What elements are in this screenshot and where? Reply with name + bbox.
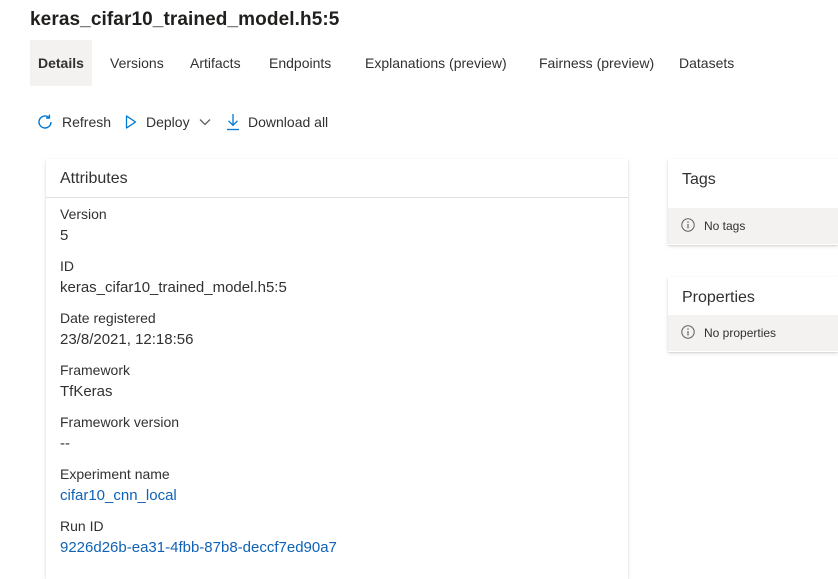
info-icon (681, 217, 704, 235)
field-id: ID keras_cifar10_trained_model.h5:5 (60, 257, 287, 298)
refresh-icon (36, 113, 54, 131)
play-outline-icon (124, 114, 138, 130)
field-experiment-name: Experiment name cifar10_cnn_local (60, 465, 177, 506)
field-value: TfKeras (60, 383, 113, 400)
download-icon (226, 113, 240, 131)
tab-details[interactable]: Details (30, 40, 92, 86)
field-date-registered: Date registered 23/8/2021, 12:18:56 (60, 309, 193, 350)
field-value: 5 (60, 227, 69, 244)
tab-fairness[interactable]: Fairness (preview) (539, 40, 654, 86)
experiment-link[interactable]: cifar10_cnn_local (60, 486, 177, 506)
field-run-id: Run ID 9226d26b-ea31-4fbb-87b8-deccf7ed9… (60, 517, 337, 558)
tab-endpoints[interactable]: Endpoints (269, 40, 331, 86)
field-value: 23/8/2021, 12:18:56 (60, 331, 194, 348)
properties-empty-row: No properties (668, 315, 838, 351)
attributes-header: Attributes (46, 159, 628, 198)
tab-artifacts[interactable]: Artifacts (190, 40, 241, 86)
chevron-down-icon[interactable] (199, 118, 211, 126)
download-all-label: Download all (248, 114, 329, 130)
refresh-button[interactable]: Refresh (36, 110, 111, 134)
tags-card: Tags No tags (668, 159, 838, 245)
field-label: Experiment name (60, 466, 170, 482)
refresh-label: Refresh (62, 114, 112, 130)
field-label: Framework version (60, 414, 180, 430)
properties-card: Properties No properties (668, 277, 838, 352)
field-value: keras_cifar10_trained_model.h5:5 (60, 279, 287, 296)
tags-header: Tags (682, 171, 716, 188)
run-id-link[interactable]: 9226d26b-ea31-4fbb-87b8-deccf7ed90a7 (60, 538, 337, 558)
attributes-card: Attributes Version 5 ID keras_cifar10_tr… (46, 159, 628, 579)
field-label: Run ID (60, 518, 104, 534)
field-framework: Framework TfKeras (60, 361, 130, 402)
field-framework-version: Framework version -- (60, 413, 179, 454)
deploy-label: Deploy (146, 114, 190, 130)
deploy-button[interactable]: Deploy (124, 110, 211, 134)
field-label: ID (60, 258, 74, 274)
field-label: Date registered (60, 310, 156, 326)
tab-versions[interactable]: Versions (110, 40, 164, 86)
field-label: Framework (60, 362, 131, 378)
tab-datasets[interactable]: Datasets (679, 40, 734, 86)
tab-explanations[interactable]: Explanations (preview) (365, 40, 507, 86)
download-all-button[interactable]: Download all (226, 110, 328, 134)
tags-empty-row: No tags (668, 208, 838, 244)
field-value: -- (60, 435, 70, 452)
field-label: Version (60, 206, 107, 222)
tags-empty-text: No tags (704, 219, 746, 233)
properties-empty-text: No properties (704, 326, 777, 340)
info-icon (681, 324, 704, 342)
field-version: Version 5 (60, 205, 107, 246)
page-title: keras_cifar10_trained_model.h5:5 (30, 9, 340, 30)
